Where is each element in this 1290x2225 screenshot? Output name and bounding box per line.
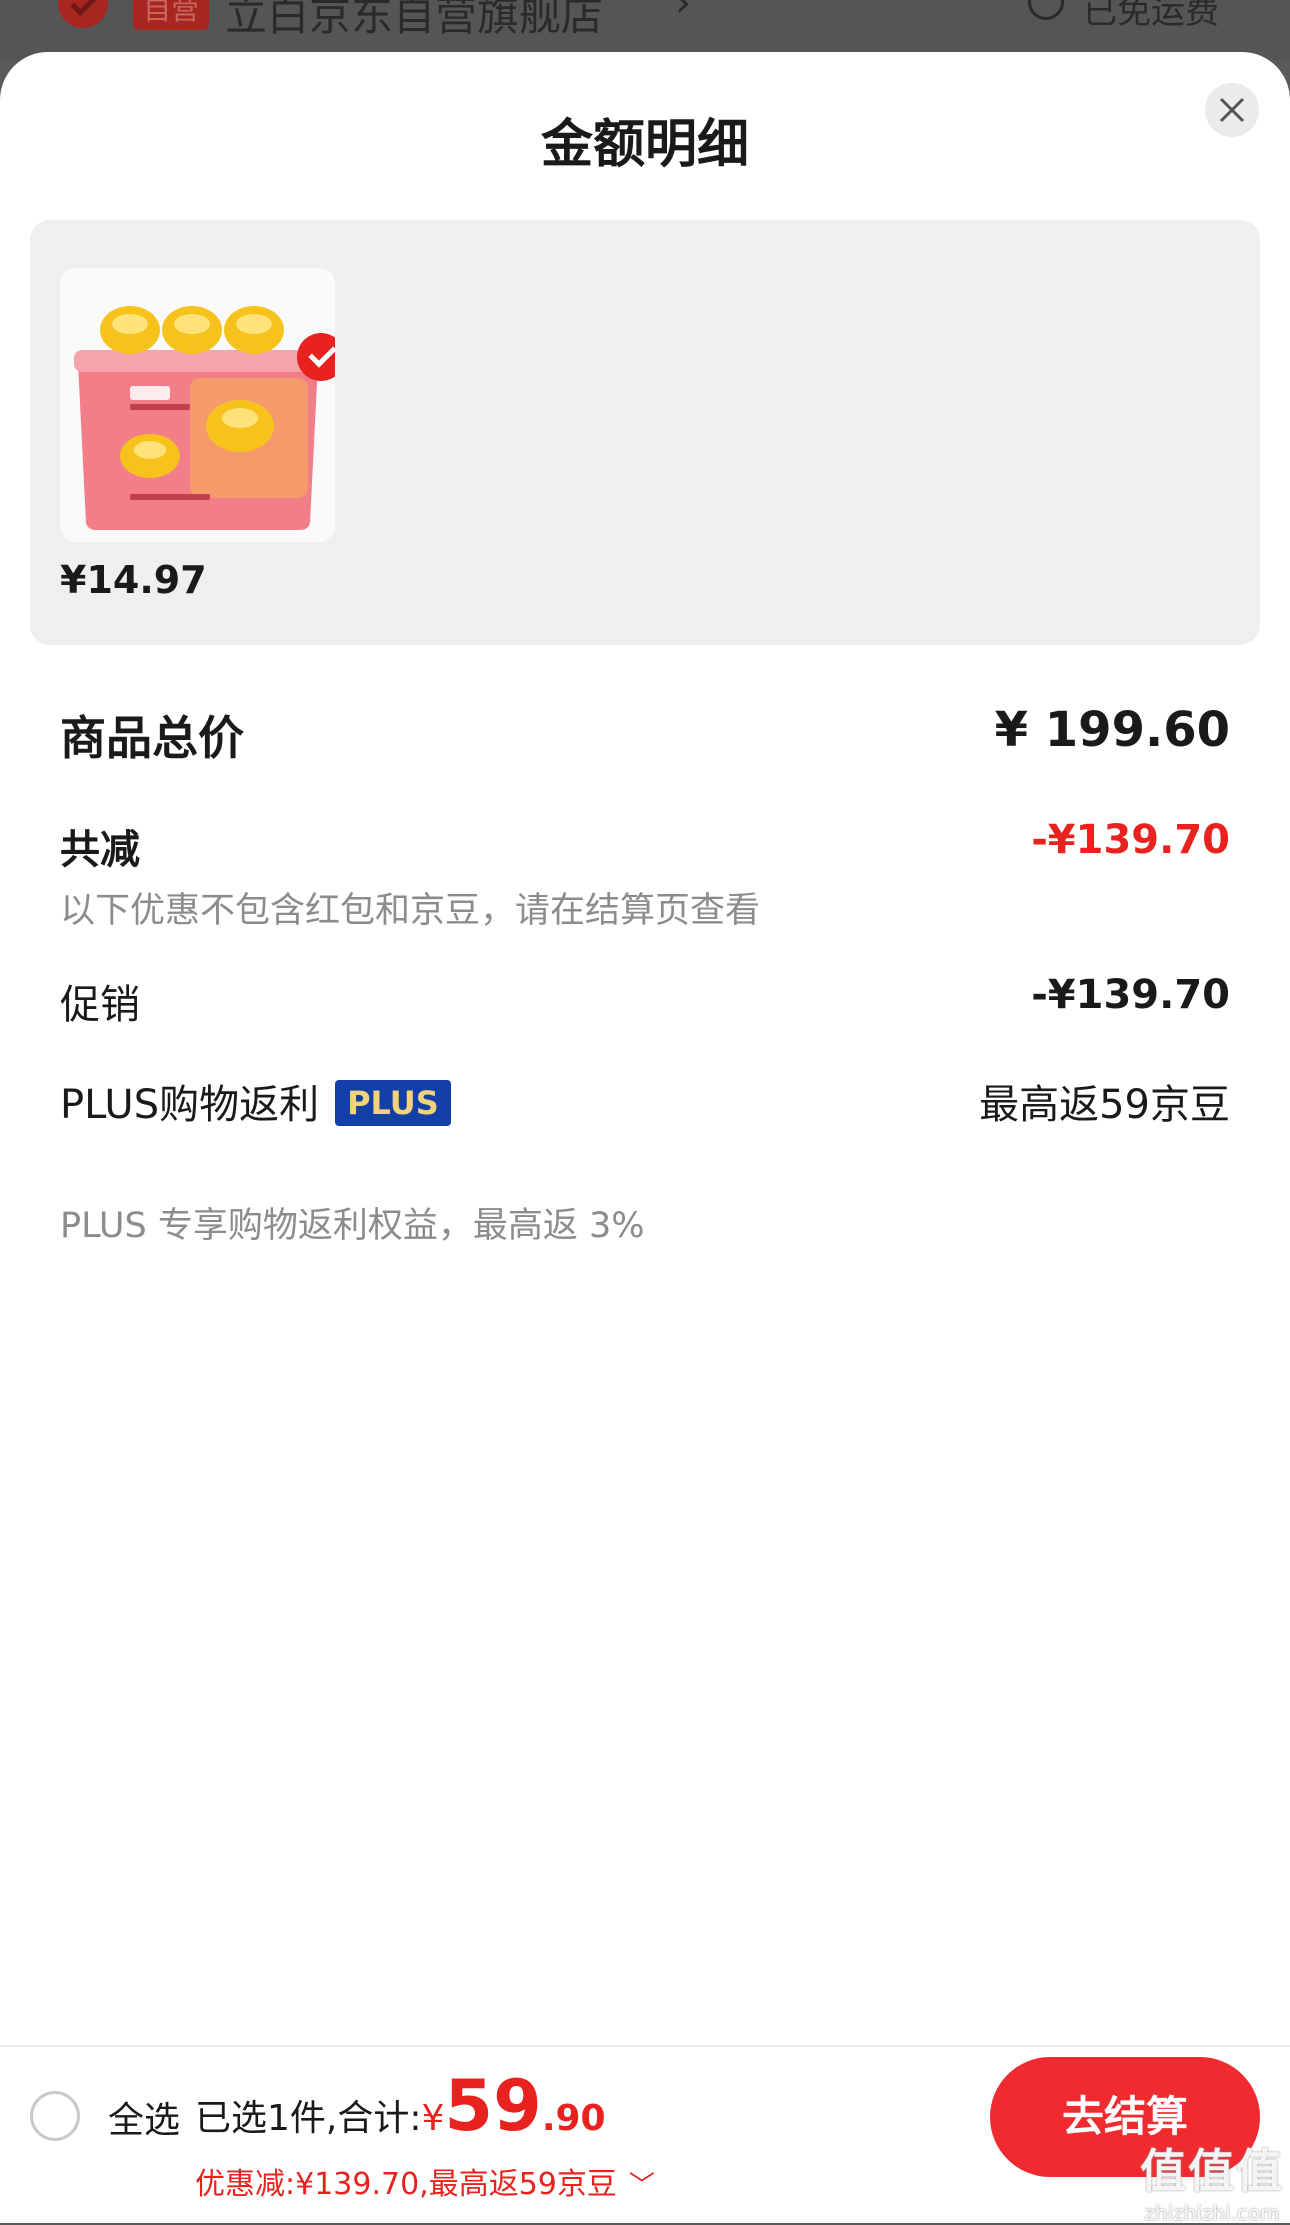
promotion-value: -¥139.70 [1031,972,1230,1018]
info-icon [1028,0,1064,20]
discount-summary: 优惠减:¥139.70,最高返59京豆 [195,2167,617,2202]
plus-badge: PLUS [335,1080,451,1126]
product-price: ¥14.97 [60,558,207,602]
watermark-logo-text: 值值值 [1140,2144,1284,2198]
total-integer: 59 [444,2065,542,2147]
store-chevron-icon: › [675,0,691,26]
product-card: ¥14.97 [30,220,1260,645]
close-icon [1219,97,1245,123]
total-decimal: .90 [541,2098,606,2139]
store-check-icon [58,0,108,28]
chevron-down-icon: ﹀ [628,2171,655,2201]
select-all-label[interactable]: 全选 [108,2091,180,2143]
laundry-pods-image [60,268,335,542]
sheet-title: 金额明细 [540,115,749,175]
total-reduction-value: -¥139.70 [1031,817,1230,863]
total-price-label: 商品总价 [60,711,244,765]
store-self-operated-badge: 自营 [133,0,210,30]
selected-count: 已选1件,合计: [195,2098,422,2139]
watermark-url: zhizhizhi.com [1144,2201,1280,2225]
select-all-radio[interactable] [30,2091,80,2141]
background-store-bar: 自营 立白京东自营旗舰店 › 已免运费 [0,0,1290,60]
watermark: 值值值 zhizhizhi.com [1137,2135,1287,2225]
promotion-label: 促销 [60,982,140,1028]
total-reduction-label: 共减 [60,827,140,873]
store-shipping-status: 已免运费 [1083,0,1219,32]
currency-symbol: ¥ [421,2098,445,2139]
amount-detail-sheet: 金额明细 ¥14.97 商品总价 ¥ 199.60 共减 -¥139.70 以下… [0,52,1290,2221]
discount-detail-toggle[interactable]: 优惠减:¥139.70,最高返59京豆 ﹀ [195,2159,655,2203]
plus-rebate-note: PLUS 专享购物返利权益，最高返 3% [60,1206,645,1246]
total-price-value: ¥ 199.60 [994,702,1230,758]
cart-summary: 已选1件,合计:¥59.90 [195,2065,606,2147]
discount-note: 以下优惠不包含红包和京豆，请在结算页查看 [60,891,761,931]
plus-rebate-label: PLUS购物返利 [60,1082,320,1128]
plus-rebate-label-group: PLUS购物返利 PLUS [60,1072,451,1130]
checkout-bar: 全选 已选1件,合计:¥59.90 优惠减:¥139.70,最高返59京豆 ﹀ 去… [0,2045,1290,2223]
plus-rebate-value: 最高返59京豆 [979,1082,1230,1128]
product-thumbnail[interactable] [60,268,335,542]
close-button[interactable] [1205,83,1259,137]
store-name: 立白京东自营旗舰店 [225,0,604,40]
